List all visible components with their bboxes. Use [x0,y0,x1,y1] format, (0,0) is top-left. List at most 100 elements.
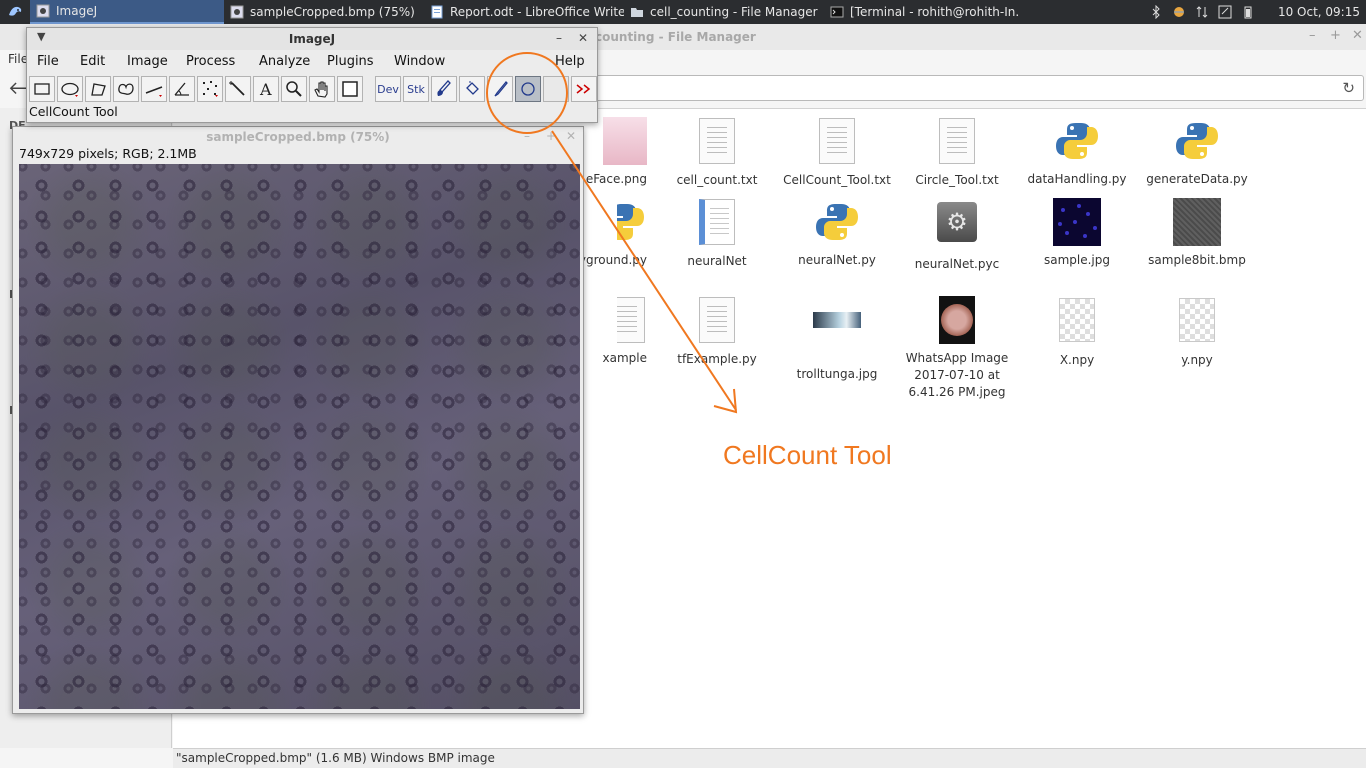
file-item[interactable]: neuralNet.py [778,198,896,269]
file-item[interactable]: sample8bit.bmp [1138,198,1256,269]
file-item[interactable]: cell_count.txt [658,117,776,189]
file-item[interactable]: dataHandling.py [1018,117,1136,188]
polygon-tool[interactable] [85,76,111,102]
color-picker-tool[interactable] [337,76,363,102]
npy-icon [1173,298,1221,346]
battery-icon[interactable] [1241,5,1255,19]
file-item[interactable]: WhatsApp Image 2017-07-10 at 6.41.26 PM.… [898,296,1016,401]
image-canvas[interactable] [19,164,580,709]
menu-window[interactable]: Window [394,54,445,69]
circle-icon [521,82,535,96]
close-icon[interactable]: ✕ [578,31,588,45]
file-name: neuralNet [687,254,747,268]
image-window-titlebar[interactable]: sampleCropped.bmp (75%) – + ✕ [13,127,583,147]
image-thumbnail [599,117,647,165]
file-name: sample.jpg [1043,253,1110,267]
minimize-icon[interactable]: – [556,31,562,45]
file-item[interactable]: neuralNet [658,198,776,270]
polygon-icon [91,83,106,96]
text-tool[interactable]: A [253,76,279,102]
menu-plugins[interactable]: Plugins [327,54,374,69]
menu-image[interactable]: Image [127,54,168,69]
file-item[interactable]: tfExample.py [658,296,776,368]
task-libreoffice[interactable]: Report.odt - LibreOffice Writer [424,0,624,24]
text-document-icon [693,118,741,166]
bucket-icon [466,81,479,95]
file-item[interactable]: ⚙ neuralNet.pyc [898,198,1016,273]
imagej-menubar: File Edit Image Process Analyze Plugins … [27,50,597,74]
line-tool[interactable] [141,76,167,102]
location-bar[interactable]: ↻ [585,75,1364,101]
magnifier-icon [286,81,302,97]
imagej-window: ▼ ImageJ – ✕ File Edit Image Process Ana… [26,27,598,123]
maximize-icon[interactable]: + [546,129,556,143]
imagej-app-icon [230,5,244,19]
file-item[interactable]: X.npy [1018,296,1136,369]
whisker-menu-icon[interactable] [0,0,30,24]
stk-label: Stk [407,82,425,96]
hand-tool[interactable] [309,76,335,102]
imagej-titlebar[interactable]: ▼ ImageJ – ✕ [27,28,597,50]
python-icon [813,198,861,246]
network-icon[interactable] [1195,5,1209,19]
brush-tool[interactable] [431,76,457,102]
angle-icon [174,82,189,96]
file-item[interactable]: trolltunga.jpg [778,296,896,383]
writer-document-icon [431,5,443,19]
close-icon[interactable]: ✕ [1352,28,1363,43]
menu-file[interactable]: File [37,54,59,69]
angle-tool[interactable] [169,76,195,102]
rectangle-tool[interactable] [29,76,55,102]
task-file-manager[interactable]: cell_counting - File Manager [624,0,824,24]
dev-tool[interactable]: Dev [375,76,401,102]
status-text: "sampleCropped.bmp" (1.6 MB) Windows BMP… [176,751,495,765]
file-name: trolltunga.jpg [796,367,878,381]
bluetooth-icon[interactable] [1149,5,1163,19]
task-label: Report.odt - LibreOffice Writer [450,5,624,19]
oval-tool[interactable] [57,76,83,102]
reload-icon[interactable]: ↻ [1342,79,1355,97]
freehand-tool[interactable] [113,76,139,102]
file-item[interactable]: Circle_Tool.txt [898,117,1016,189]
file-item[interactable]: generateData.py [1138,117,1256,188]
task-imagej[interactable]: ImageJ [30,0,224,24]
file-name: y.npy [1181,353,1213,367]
wand-tool[interactable] [225,76,251,102]
minimize-icon[interactable]: – [524,129,530,143]
menu-edit[interactable]: Edit [80,54,105,69]
flood-fill-tool[interactable] [459,76,485,102]
close-icon[interactable]: ✕ [566,129,576,143]
file-name: CellCount_Tool.txt [783,173,891,187]
task-samplecropped[interactable]: sampleCropped.bmp (75%) [224,0,424,24]
maximize-icon[interactable]: + [1330,28,1341,43]
zoom-tool[interactable] [281,76,307,102]
text-document-icon [933,118,981,166]
file-item[interactable]: sample.jpg [1018,198,1136,269]
notes-icon[interactable] [1218,5,1232,19]
text-document-icon [813,118,861,166]
npy-icon [1053,298,1101,346]
cellcount-tool[interactable] [515,76,541,102]
more-tools-button[interactable] [571,76,597,102]
file-name: neuralNet.pyc [914,257,1000,271]
file-item[interactable]: y.npy [1138,296,1256,369]
night-light-icon[interactable] [1172,5,1186,19]
pencil-tool[interactable] [487,76,513,102]
task-label: cell_counting - File Manager [650,5,818,19]
minimize-icon[interactable]: – [1309,28,1316,43]
image-thumbnail [1053,198,1101,246]
task-terminal[interactable]: [Terminal - rohith@rohith-In... [824,0,1020,24]
file-name: cell_count.txt [676,173,758,187]
file-item[interactable]: CellCount_Tool.txt [778,117,896,189]
menu-help[interactable]: Help [555,54,585,69]
stk-tool[interactable]: Stk [403,76,429,102]
menu-analyze[interactable]: Analyze [259,54,310,69]
file-name: X.npy [1059,353,1095,367]
menu-process[interactable]: Process [186,54,235,69]
terminal-icon [830,6,844,18]
rectangle-icon [34,83,50,95]
clock[interactable]: 10 Oct, 09:15 [1278,5,1360,19]
multipoint-tool[interactable] [197,76,223,102]
image-thumbnail [1173,198,1221,246]
image-window: sampleCropped.bmp (75%) – + ✕ 749x729 pi… [12,126,584,714]
